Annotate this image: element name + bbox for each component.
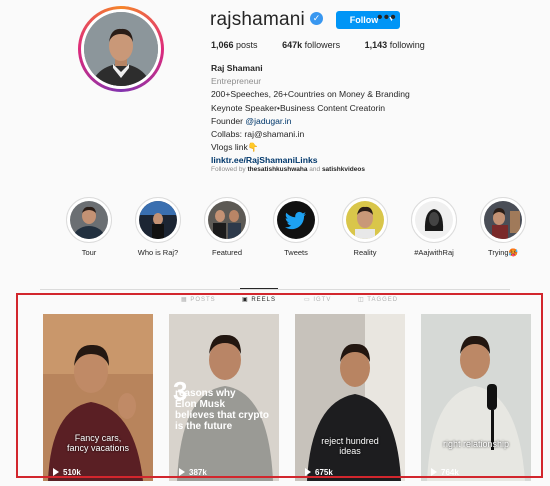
- highlight-cover: [208, 201, 246, 239]
- followed-user: thesatishkushwaha: [247, 166, 308, 173]
- highlight-label: Tour: [81, 248, 97, 257]
- founder-handle-link[interactable]: @jadugar.in: [245, 116, 291, 126]
- highlight-cover: [346, 201, 384, 239]
- highlight-cover: [70, 201, 108, 239]
- highlight-label: Tweets: [284, 248, 308, 257]
- highlight-tweets[interactable]: Tweets: [263, 197, 329, 257]
- profile-stats: 1,066 posts 647k followers 1,143 followi…: [211, 40, 447, 50]
- vlogs-line: Vlogs link👇: [211, 142, 259, 153]
- following-stat[interactable]: 1,143 following: [365, 40, 425, 50]
- profile-bio: Raj Shamani Entrepreneur 200+Speeches, 2…: [211, 62, 410, 168]
- followed-and: and: [307, 166, 322, 173]
- bio-line: 200+Speeches, 26+Countries on Money & Br…: [211, 89, 410, 100]
- highlight-label: #AajwithRaj: [414, 248, 454, 257]
- highlight-label: Trying🥵: [488, 248, 518, 257]
- highlight-cover: [415, 201, 453, 239]
- profile-avatar[interactable]: [78, 6, 164, 92]
- followed-user: satishkvideos: [321, 166, 365, 173]
- founder-prefix: Founder: [211, 115, 246, 126]
- posts-label: posts: [236, 40, 258, 50]
- highlight-who-is-raj[interactable]: Who is Raj?: [125, 197, 191, 257]
- followers-label: followers: [304, 40, 341, 50]
- followed-by[interactable]: Followed by thesatishkushwaha and satish…: [211, 166, 365, 173]
- bio-line: Keynote Speaker•Business Content Creator…: [211, 102, 386, 113]
- following-count: 1,143: [364, 40, 388, 50]
- twitter-icon: [277, 201, 315, 239]
- active-tab-indicator: [240, 288, 278, 289]
- more-options-icon[interactable]: •••: [377, 9, 397, 27]
- highlight-tour[interactable]: Tour: [56, 197, 122, 257]
- highlight-featured[interactable]: Featured: [194, 197, 260, 257]
- highlight-label: Who is Raj?: [137, 248, 179, 257]
- highlight-box: [16, 293, 543, 478]
- followed-prefix: Followed by: [211, 166, 248, 173]
- highlight-cover: [484, 201, 522, 239]
- followers-count: 647k: [282, 40, 303, 50]
- highlight-label: Featured: [211, 248, 243, 257]
- posts-count: 1,066: [211, 40, 234, 50]
- posts-stat: 1,066 posts: [211, 40, 258, 50]
- tabs-divider: [40, 289, 510, 290]
- followers-stat[interactable]: 647k followers: [282, 40, 340, 50]
- collabs-line: Collabs: raj@shamani.in: [211, 129, 305, 140]
- profile-category: Entrepreneur: [211, 76, 262, 87]
- profile-name: Raj Shamani: [211, 63, 263, 73]
- highlight-reality[interactable]: Reality: [332, 197, 398, 257]
- founder-line: Founder @jadugar.in: [211, 115, 410, 128]
- highlight-cover: [139, 201, 177, 239]
- highlight-trying[interactable]: Trying🥵: [470, 197, 536, 257]
- profile-username: rajshamani: [210, 9, 305, 30]
- following-label: following: [389, 40, 425, 50]
- verified-icon: ✓: [310, 12, 323, 25]
- highlight-aajwithraj[interactable]: #AajwithRaj: [401, 197, 467, 257]
- highlight-label: Reality: [353, 248, 377, 257]
